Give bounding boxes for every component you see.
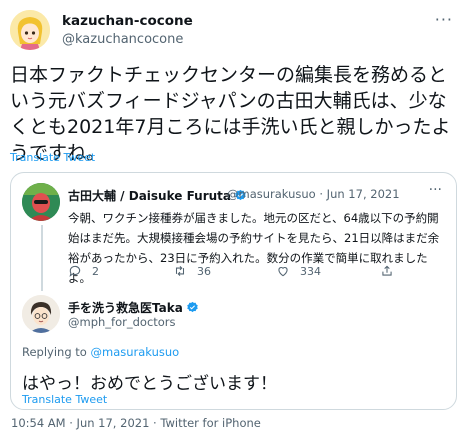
avatar-illustration-icon <box>10 10 50 50</box>
author-handle[interactable]: @kazuchancocone <box>62 32 183 47</box>
more-horizontal-icon[interactable]: ··· <box>435 10 453 29</box>
quoted-author-name-text: 古田大輔 / Daisuke Furuta <box>68 189 232 203</box>
more-horizontal-icon[interactable]: ··· <box>429 182 442 198</box>
tweet-header: kazuchan-cocone @kazuchancocone ··· <box>10 10 457 50</box>
quoted-meta[interactable]: @masurakusuo · Jun 17, 2021 <box>227 187 400 201</box>
quoted-actions: 2 36 334 <box>68 263 444 279</box>
like-action[interactable]: 334 <box>276 263 321 279</box>
reply-action[interactable]: 2 <box>68 263 99 279</box>
replying-to: Replying to @masurakusuo <box>22 345 179 359</box>
quoted-thread-card[interactable]: 古田大輔 / Daisuke Furuta @masurakusuo · Jun… <box>10 172 457 410</box>
reply-author-name[interactable]: 手を洗う救急医Taka <box>68 299 199 316</box>
heart-icon <box>278 267 288 277</box>
like-count: 334 <box>300 264 321 278</box>
replying-to-prefix: Replying to <box>22 345 87 359</box>
tweet-timestamp[interactable]: 10:54 AM · Jun 17, 2021 · Twitter for iP… <box>11 416 261 430</box>
retweet-icon <box>175 265 185 277</box>
retweet-action[interactable]: 36 <box>173 263 211 279</box>
reply-author-name-text: 手を洗う救急医Taka <box>68 301 183 315</box>
avatar-illustration-icon <box>22 295 60 333</box>
replying-to-handle-link[interactable]: @masurakusuo <box>91 345 180 359</box>
translate-tweet-link[interactable]: Translate Tweet <box>10 151 95 164</box>
verified-badge-icon <box>187 301 198 313</box>
quoted-author-name[interactable]: 古田大輔 / Daisuke Furuta <box>68 187 247 204</box>
retweet-count: 36 <box>197 264 211 278</box>
reply-icon <box>69 265 81 277</box>
reply-count: 2 <box>92 264 99 278</box>
share-action[interactable] <box>380 263 394 279</box>
avatar[interactable] <box>10 10 50 50</box>
reply-author-handle[interactable]: @mph_for_doctors <box>68 315 176 329</box>
thread-connector <box>41 225 43 291</box>
author-name[interactable]: kazuchan-cocone <box>62 13 193 29</box>
reply-text: はやっ！おめでとうございます！ <box>22 374 277 394</box>
share-icon <box>382 265 392 276</box>
avatar[interactable] <box>22 295 60 333</box>
translate-tweet-link[interactable]: Translate Tweet <box>22 393 107 406</box>
avatar[interactable] <box>22 183 60 221</box>
avatar-photo-icon <box>22 183 60 221</box>
